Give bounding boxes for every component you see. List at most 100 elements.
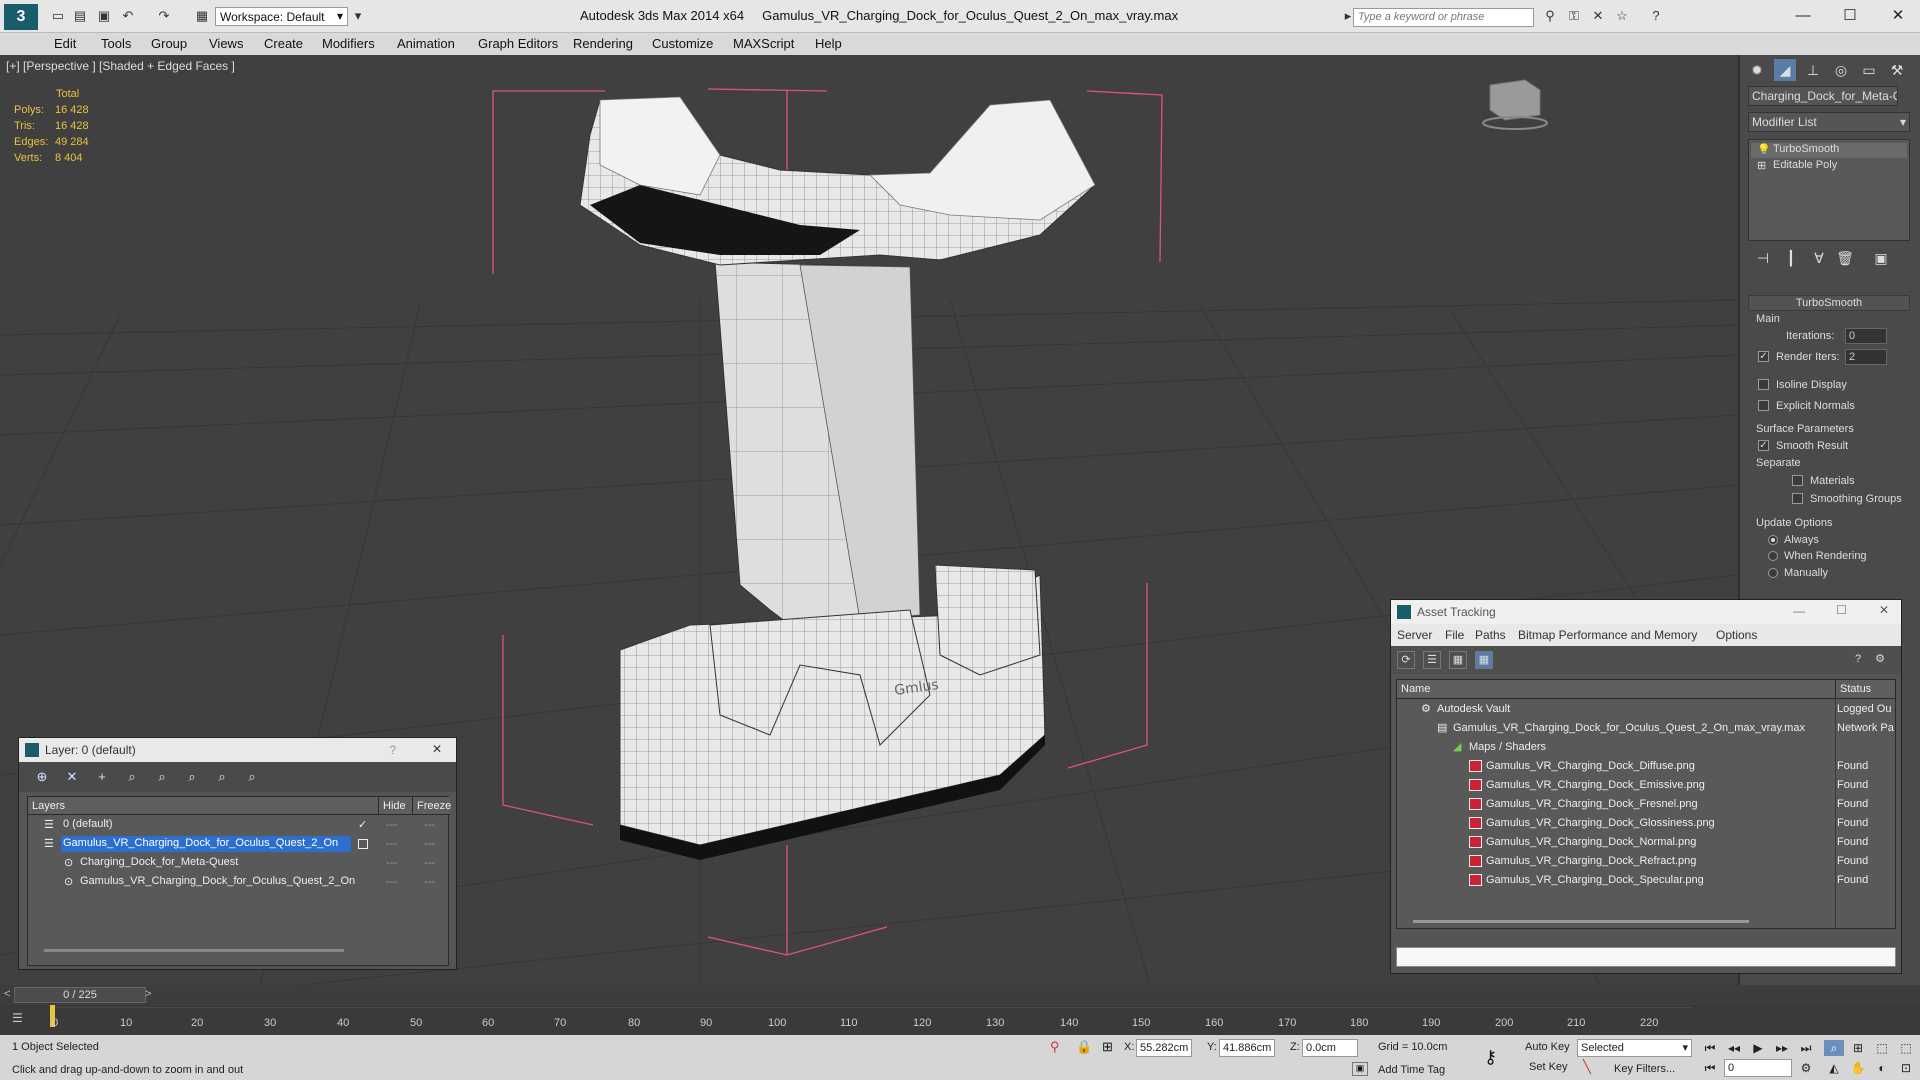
add-time-tag[interactable]: Add Time Tag: [1378, 1064, 1445, 1076]
key-filter-icon[interactable]: ╲: [1583, 1059, 1591, 1075]
time-tag-icon[interactable]: ▣: [1352, 1062, 1368, 1076]
menu-edit[interactable]: Edit: [54, 36, 76, 51]
select-objects-icon[interactable]: ⌕: [123, 768, 141, 786]
asset-row[interactable]: Gamulus_VR_Charging_Dock_Fresnel.png Fou…: [1397, 795, 1895, 814]
maximize-viewport-icon[interactable]: ⊡: [1896, 1060, 1916, 1076]
set-key-icon[interactable]: ⚷: [1484, 1047, 1497, 1068]
pan-icon[interactable]: ✋: [1848, 1060, 1868, 1076]
asset-window-titlebar[interactable]: Asset Tracking — ☐ ✕: [1391, 600, 1901, 624]
bulb-icon[interactable]: 💡: [1757, 143, 1771, 156]
menu-file[interactable]: File: [1445, 628, 1464, 642]
asset-row[interactable]: Gamulus_VR_Charging_Dock_Diffuse.png Fou…: [1397, 757, 1895, 776]
undo-icon[interactable]: ↶: [120, 8, 136, 24]
object-name[interactable]: Gamulus_VR_Charging_Dock_for_Oculus_Ques…: [78, 874, 357, 890]
asset-row[interactable]: ▤ Gamulus_VR_Charging_Dock_for_Oculus_Qu…: [1397, 719, 1895, 738]
auto-key-button[interactable]: Auto Key: [1522, 1039, 1578, 1057]
show-end-result-icon[interactable]: ┃: [1780, 247, 1802, 269]
modifier-stack[interactable]: 💡 TurboSmooth ⊞ Editable Poly: [1748, 139, 1910, 241]
minimize-icon[interactable]: —: [1793, 604, 1805, 618]
menu-help[interactable]: Help: [815, 36, 842, 51]
horizontal-scrollbar[interactable]: [1413, 920, 1749, 923]
render-iters-checkbox[interactable]: ✓: [1758, 351, 1769, 362]
lock-selection-icon[interactable]: 🔒: [1076, 1039, 1092, 1055]
field-of-view-icon[interactable]: ◭: [1824, 1060, 1844, 1076]
time-slider-thumb[interactable]: 0 / 225: [14, 987, 146, 1003]
layer-row[interactable]: ☰ 0 (default) ✓ --- ---: [28, 816, 448, 835]
close-icon[interactable]: ✕: [1888, 6, 1908, 26]
add-to-layer-icon[interactable]: +: [93, 768, 111, 786]
freeze-toggle[interactable]: ---: [424, 857, 435, 869]
freeze-toggle[interactable]: ---: [424, 838, 435, 850]
zoom-all-icon[interactable]: ⊞: [1848, 1040, 1868, 1056]
current-layer-icon[interactable]: ⌕: [183, 768, 201, 786]
track-bar[interactable]: ☰ 0 10 20 30 40 50 60 70 80 90 100 110 1…: [0, 1005, 1920, 1035]
select-layer-icon[interactable]: ⌕: [153, 768, 171, 786]
pin-stack-icon[interactable]: ⊣: [1752, 247, 1774, 269]
delete-layer-icon[interactable]: ✕: [63, 768, 81, 786]
layer-row[interactable]: ⊙ Gamulus_VR_Charging_Dock_for_Oculus_Qu…: [28, 873, 448, 892]
menu-server[interactable]: Server: [1397, 628, 1432, 642]
help-icon[interactable]: ?: [389, 743, 396, 757]
asset-row[interactable]: ◢ Maps / Shaders: [1397, 738, 1895, 757]
orbit-icon[interactable]: ◐: [1872, 1060, 1892, 1076]
search-input[interactable]: Type a keyword or phrase: [1353, 8, 1534, 27]
menu-customize[interactable]: Customize: [652, 36, 713, 51]
asset-row[interactable]: Gamulus_VR_Charging_Dock_Specular.png Fo…: [1397, 871, 1895, 890]
configure-sets-icon[interactable]: ▣: [1870, 247, 1892, 269]
smooth-result-checkbox[interactable]: ✓: [1758, 440, 1769, 451]
asset-name[interactable]: Gamulus_VR_Charging_Dock_Glossiness.png: [1486, 817, 1715, 829]
asset-name[interactable]: Gamulus_VR_Charging_Dock_Fresnel.png: [1486, 798, 1698, 810]
set-key-button[interactable]: Set Key: [1526, 1059, 1576, 1077]
hide-toggle[interactable]: ---: [386, 876, 397, 888]
menu-graph-editors[interactable]: Graph Editors: [478, 36, 558, 51]
time-config-icon[interactable]: ⚙: [1796, 1060, 1816, 1076]
asset-row[interactable]: Gamulus_VR_Charging_Dock_Emissive.png Fo…: [1397, 776, 1895, 795]
viewport-label[interactable]: [+] [Perspective ] [Shaded + Edged Faces…: [6, 59, 235, 73]
render-iters-spinner[interactable]: 2: [1845, 349, 1887, 365]
layer-row[interactable]: ⊙ Charging_Dock_for_Meta-Quest --- ---: [28, 854, 448, 873]
menu-modifiers[interactable]: Modifiers: [322, 36, 375, 51]
remove-modifier-icon[interactable]: 🗑: [1834, 247, 1856, 269]
new-layer-icon[interactable]: ⊕: [33, 768, 51, 786]
binoculars-icon[interactable]: ⚲: [1542, 8, 1558, 24]
menu-create[interactable]: Create: [264, 36, 303, 51]
create-tab-icon[interactable]: ✹: [1746, 59, 1768, 81]
workspace-arrow-icon[interactable]: ▾: [350, 8, 366, 24]
plus-box-icon[interactable]: ⊞: [1757, 159, 1766, 172]
asset-name[interactable]: Maps / Shaders: [1469, 741, 1546, 753]
menu-bitmap-performance[interactable]: Bitmap Performance and Memory: [1518, 628, 1697, 642]
key-mode-toggle-icon[interactable]: ⏮: [1700, 1060, 1720, 1076]
redo-icon[interactable]: ↷: [156, 8, 172, 24]
favorites-star-icon[interactable]: ☆: [1614, 8, 1630, 24]
close-icon[interactable]: ✕: [1879, 603, 1889, 617]
asset-name[interactable]: Gamulus_VR_Charging_Dock_Diffuse.png: [1486, 760, 1695, 772]
freeze-column-header[interactable]: Freeze: [412, 797, 451, 815]
help-icon[interactable]: ?: [1648, 8, 1664, 24]
materials-checkbox[interactable]: [1792, 475, 1803, 486]
freeze-toggle[interactable]: ---: [424, 819, 435, 831]
modifier-list-dropdown[interactable]: Modifier List ▾: [1748, 112, 1910, 132]
modify-tab-icon[interactable]: ◢: [1774, 59, 1796, 81]
iterations-spinner[interactable]: 0: [1845, 328, 1887, 344]
layer-name[interactable]: Gamulus_VR_Charging_Dock_for_Oculus_Ques…: [61, 836, 351, 852]
asset-name[interactable]: Gamulus_VR_Charging_Dock_for_Oculus_Ques…: [1453, 722, 1805, 734]
x-coordinate-field[interactable]: 55.282cm: [1136, 1039, 1192, 1057]
motion-tab-icon[interactable]: ◎: [1830, 59, 1852, 81]
when-rendering-radio[interactable]: [1768, 551, 1778, 561]
go-to-end-icon[interactable]: ⏭: [1796, 1040, 1816, 1056]
maximize-icon[interactable]: ☐: [1836, 603, 1847, 617]
key-mode-dropdown[interactable]: Selected ▾: [1577, 1039, 1692, 1057]
new-file-icon[interactable]: ▭: [50, 8, 66, 24]
key-icon[interactable]: ⚿: [1566, 8, 1582, 24]
asset-path-field[interactable]: [1396, 947, 1896, 967]
current-layer-check-icon[interactable]: ✓: [358, 818, 367, 831]
asset-name[interactable]: Gamulus_VR_Charging_Dock_Specular.png: [1486, 874, 1704, 886]
list-view-icon[interactable]: ☰: [1423, 651, 1441, 669]
menu-options[interactable]: Options: [1716, 628, 1757, 642]
menu-maxscript[interactable]: MAXScript: [733, 36, 794, 51]
mini-curve-icon[interactable]: ☰: [12, 1011, 23, 1025]
zoom-extents-icon[interactable]: ⬚: [1872, 1040, 1892, 1056]
key-filters-button[interactable]: Key Filters...: [1614, 1063, 1675, 1075]
utilities-tab-icon[interactable]: ⚒: [1886, 59, 1908, 81]
name-column-header[interactable]: Name: [1397, 680, 1835, 699]
